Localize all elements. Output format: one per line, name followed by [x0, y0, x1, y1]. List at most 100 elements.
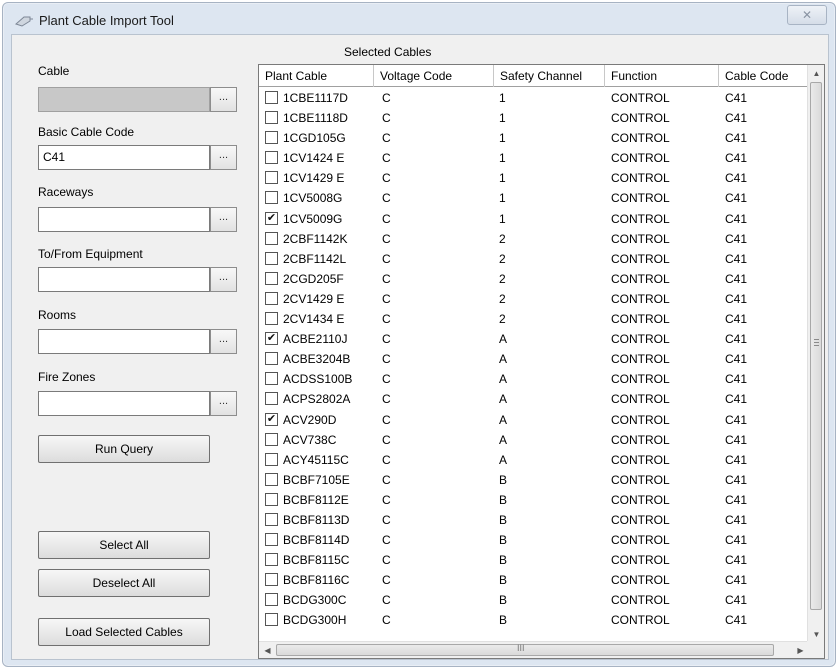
- cell-code: C41: [725, 191, 748, 206]
- selected-cables-label: Selected Cables: [344, 45, 432, 59]
- table-row[interactable]: 1CBE1117D C 1 CONTROL C41: [259, 88, 809, 108]
- rooms-browse-button[interactable]: ...: [210, 329, 237, 354]
- equipment-browse-button[interactable]: ...: [210, 267, 237, 292]
- table-row[interactable]: 2CBF1142K C 2 CONTROL C41: [259, 229, 809, 249]
- cell-voltage: C: [382, 432, 391, 447]
- table-row[interactable]: 2CV1434 E C 2 CONTROL C41: [259, 309, 809, 329]
- table-row[interactable]: 1CV1424 E C 1 CONTROL C41: [259, 148, 809, 168]
- cell-function: CONTROL: [611, 352, 670, 367]
- column-header[interactable]: Voltage Code: [374, 65, 494, 87]
- table-row[interactable]: 2CBF1142L C 2 CONTROL C41: [259, 249, 809, 269]
- cables-grid[interactable]: Plant Cable Voltage Code Safety Channel Fun…: [258, 64, 825, 659]
- table-row[interactable]: BCBF7105E C B CONTROL C41: [259, 470, 809, 490]
- table-row[interactable]: BCDG300C C B CONTROL C41: [259, 590, 809, 610]
- fire-zones-field[interactable]: [38, 391, 210, 416]
- fire-zones-browse-button[interactable]: ...: [210, 391, 237, 416]
- grid-header: Plant Cable Voltage Code Safety Channel Fun…: [259, 65, 809, 87]
- row-checkbox[interactable]: ✔: [265, 412, 278, 426]
- table-row[interactable]: BCBF8112E C B CONTROL C41: [259, 490, 809, 510]
- row-checkbox[interactable]: [265, 472, 278, 486]
- row-checkbox[interactable]: [265, 231, 278, 245]
- row-checkbox[interactable]: [265, 251, 278, 265]
- row-checkbox[interactable]: [265, 432, 278, 446]
- row-checkbox[interactable]: [265, 492, 278, 506]
- cell-code: C41: [725, 91, 748, 105]
- table-row[interactable]: ACV738C C A CONTROL C41: [259, 430, 809, 450]
- equipment-field[interactable]: [38, 267, 210, 292]
- vertical-scrollbar[interactable]: ▲ ▼: [807, 65, 824, 643]
- raceways-field[interactable]: [38, 207, 210, 232]
- row-checkbox[interactable]: [265, 291, 278, 305]
- table-row[interactable]: BCBF8115C C B CONTROL C41: [259, 550, 809, 570]
- row-checkbox[interactable]: [265, 593, 278, 607]
- deselect-all-button[interactable]: Deselect All: [38, 569, 210, 597]
- cell-voltage: C: [382, 211, 391, 226]
- column-header[interactable]: Safety Channel: [494, 65, 605, 87]
- row-checkbox[interactable]: [265, 372, 278, 386]
- row-checkbox[interactable]: [265, 512, 278, 526]
- select-all-button[interactable]: Select All: [38, 531, 210, 559]
- row-checkbox[interactable]: [265, 392, 278, 406]
- rooms-field[interactable]: [38, 329, 210, 354]
- row-checkbox[interactable]: [265, 171, 278, 185]
- run-query-button[interactable]: Run Query: [38, 435, 210, 463]
- cell-function: CONTROL: [611, 472, 670, 487]
- table-row[interactable]: BCBF8114D C B CONTROL C41: [259, 530, 809, 550]
- cell-cable: 1CBE1117D: [283, 91, 348, 105]
- raceways-browse-button[interactable]: ...: [210, 207, 237, 232]
- column-header[interactable]: Cable Code: [719, 65, 809, 87]
- cable-browse-button[interactable]: ...: [210, 87, 237, 112]
- row-checkbox[interactable]: [265, 91, 278, 104]
- column-header[interactable]: Function: [605, 65, 719, 87]
- basic-cable-code-browse-button[interactable]: ...: [210, 145, 237, 170]
- cell-voltage: C: [382, 492, 391, 507]
- cell-code: C41: [725, 231, 748, 246]
- cell-function: CONTROL: [611, 492, 670, 507]
- table-row[interactable]: ✔ ACBE2110J C A CONTROL C41: [259, 329, 809, 349]
- cell-function: CONTROL: [611, 171, 670, 186]
- table-row[interactable]: 1CV1429 E C 1 CONTROL C41: [259, 168, 809, 188]
- cell-voltage: C: [382, 533, 391, 548]
- row-checkbox[interactable]: ✔: [265, 332, 278, 346]
- table-row[interactable]: ACBE3204B C A CONTROL C41: [259, 349, 809, 369]
- close-button[interactable]: ✕: [787, 5, 827, 25]
- grip-line: [814, 339, 819, 340]
- table-row[interactable]: 1CV5008G C 1 CONTROL C41: [259, 188, 809, 208]
- row-checkbox[interactable]: [265, 452, 278, 466]
- row-checkbox[interactable]: [265, 312, 278, 326]
- vertical-scroll-thumb[interactable]: [810, 82, 822, 610]
- load-selected-cables-button[interactable]: Load Selected Cables: [38, 618, 210, 646]
- table-row[interactable]: 2CV1429 E C 2 CONTROL C41: [259, 289, 809, 309]
- row-checkbox[interactable]: [265, 533, 278, 547]
- row-checkbox[interactable]: [265, 191, 278, 205]
- column-header[interactable]: Plant Cable: [259, 65, 374, 87]
- table-row[interactable]: ACY45115C C A CONTROL C41: [259, 450, 809, 470]
- scroll-left-icon[interactable]: ◀: [259, 642, 276, 658]
- cell-code: C41: [725, 131, 748, 146]
- row-checkbox[interactable]: [265, 151, 278, 165]
- row-checkbox[interactable]: [265, 271, 278, 285]
- row-checkbox[interactable]: [265, 131, 278, 145]
- table-row[interactable]: 2CGD205F C 2 CONTROL C41: [259, 269, 809, 289]
- cell-cable: BCBF8114D: [283, 533, 350, 548]
- table-row[interactable]: ✔ ACV290D C A CONTROL C41: [259, 410, 809, 430]
- cell-code: C41: [725, 472, 748, 487]
- row-checkbox[interactable]: [265, 352, 278, 366]
- table-row[interactable]: 1CGD105G C 1 CONTROL C41: [259, 128, 809, 148]
- horizontal-scroll-thumb[interactable]: III: [276, 643, 774, 656]
- table-row[interactable]: BCDG300H C B CONTROL C41: [259, 610, 809, 630]
- table-row[interactable]: BCBF8113D C B CONTROL C41: [259, 510, 809, 530]
- row-checkbox[interactable]: ✔: [265, 211, 278, 225]
- table-row[interactable]: 1CBE1118D C 1 CONTROL C41: [259, 108, 809, 128]
- row-checkbox[interactable]: [265, 613, 278, 627]
- table-row[interactable]: ✔ 1CV5009G C 1 CONTROL C41: [259, 209, 809, 229]
- row-checkbox[interactable]: [265, 553, 278, 567]
- row-checkbox[interactable]: [265, 573, 278, 587]
- scroll-up-icon[interactable]: ▲: [808, 65, 824, 82]
- table-row[interactable]: BCBF8116C C B CONTROL C41: [259, 570, 809, 590]
- horizontal-scrollbar[interactable]: ◀ III ▶: [259, 641, 809, 658]
- table-row[interactable]: ACDSS100B C A CONTROL C41: [259, 369, 809, 389]
- row-checkbox[interactable]: [265, 111, 278, 125]
- basic-cable-code-field[interactable]: C41: [38, 145, 210, 170]
- table-row[interactable]: ACPS2802A C A CONTROL C41: [259, 389, 809, 409]
